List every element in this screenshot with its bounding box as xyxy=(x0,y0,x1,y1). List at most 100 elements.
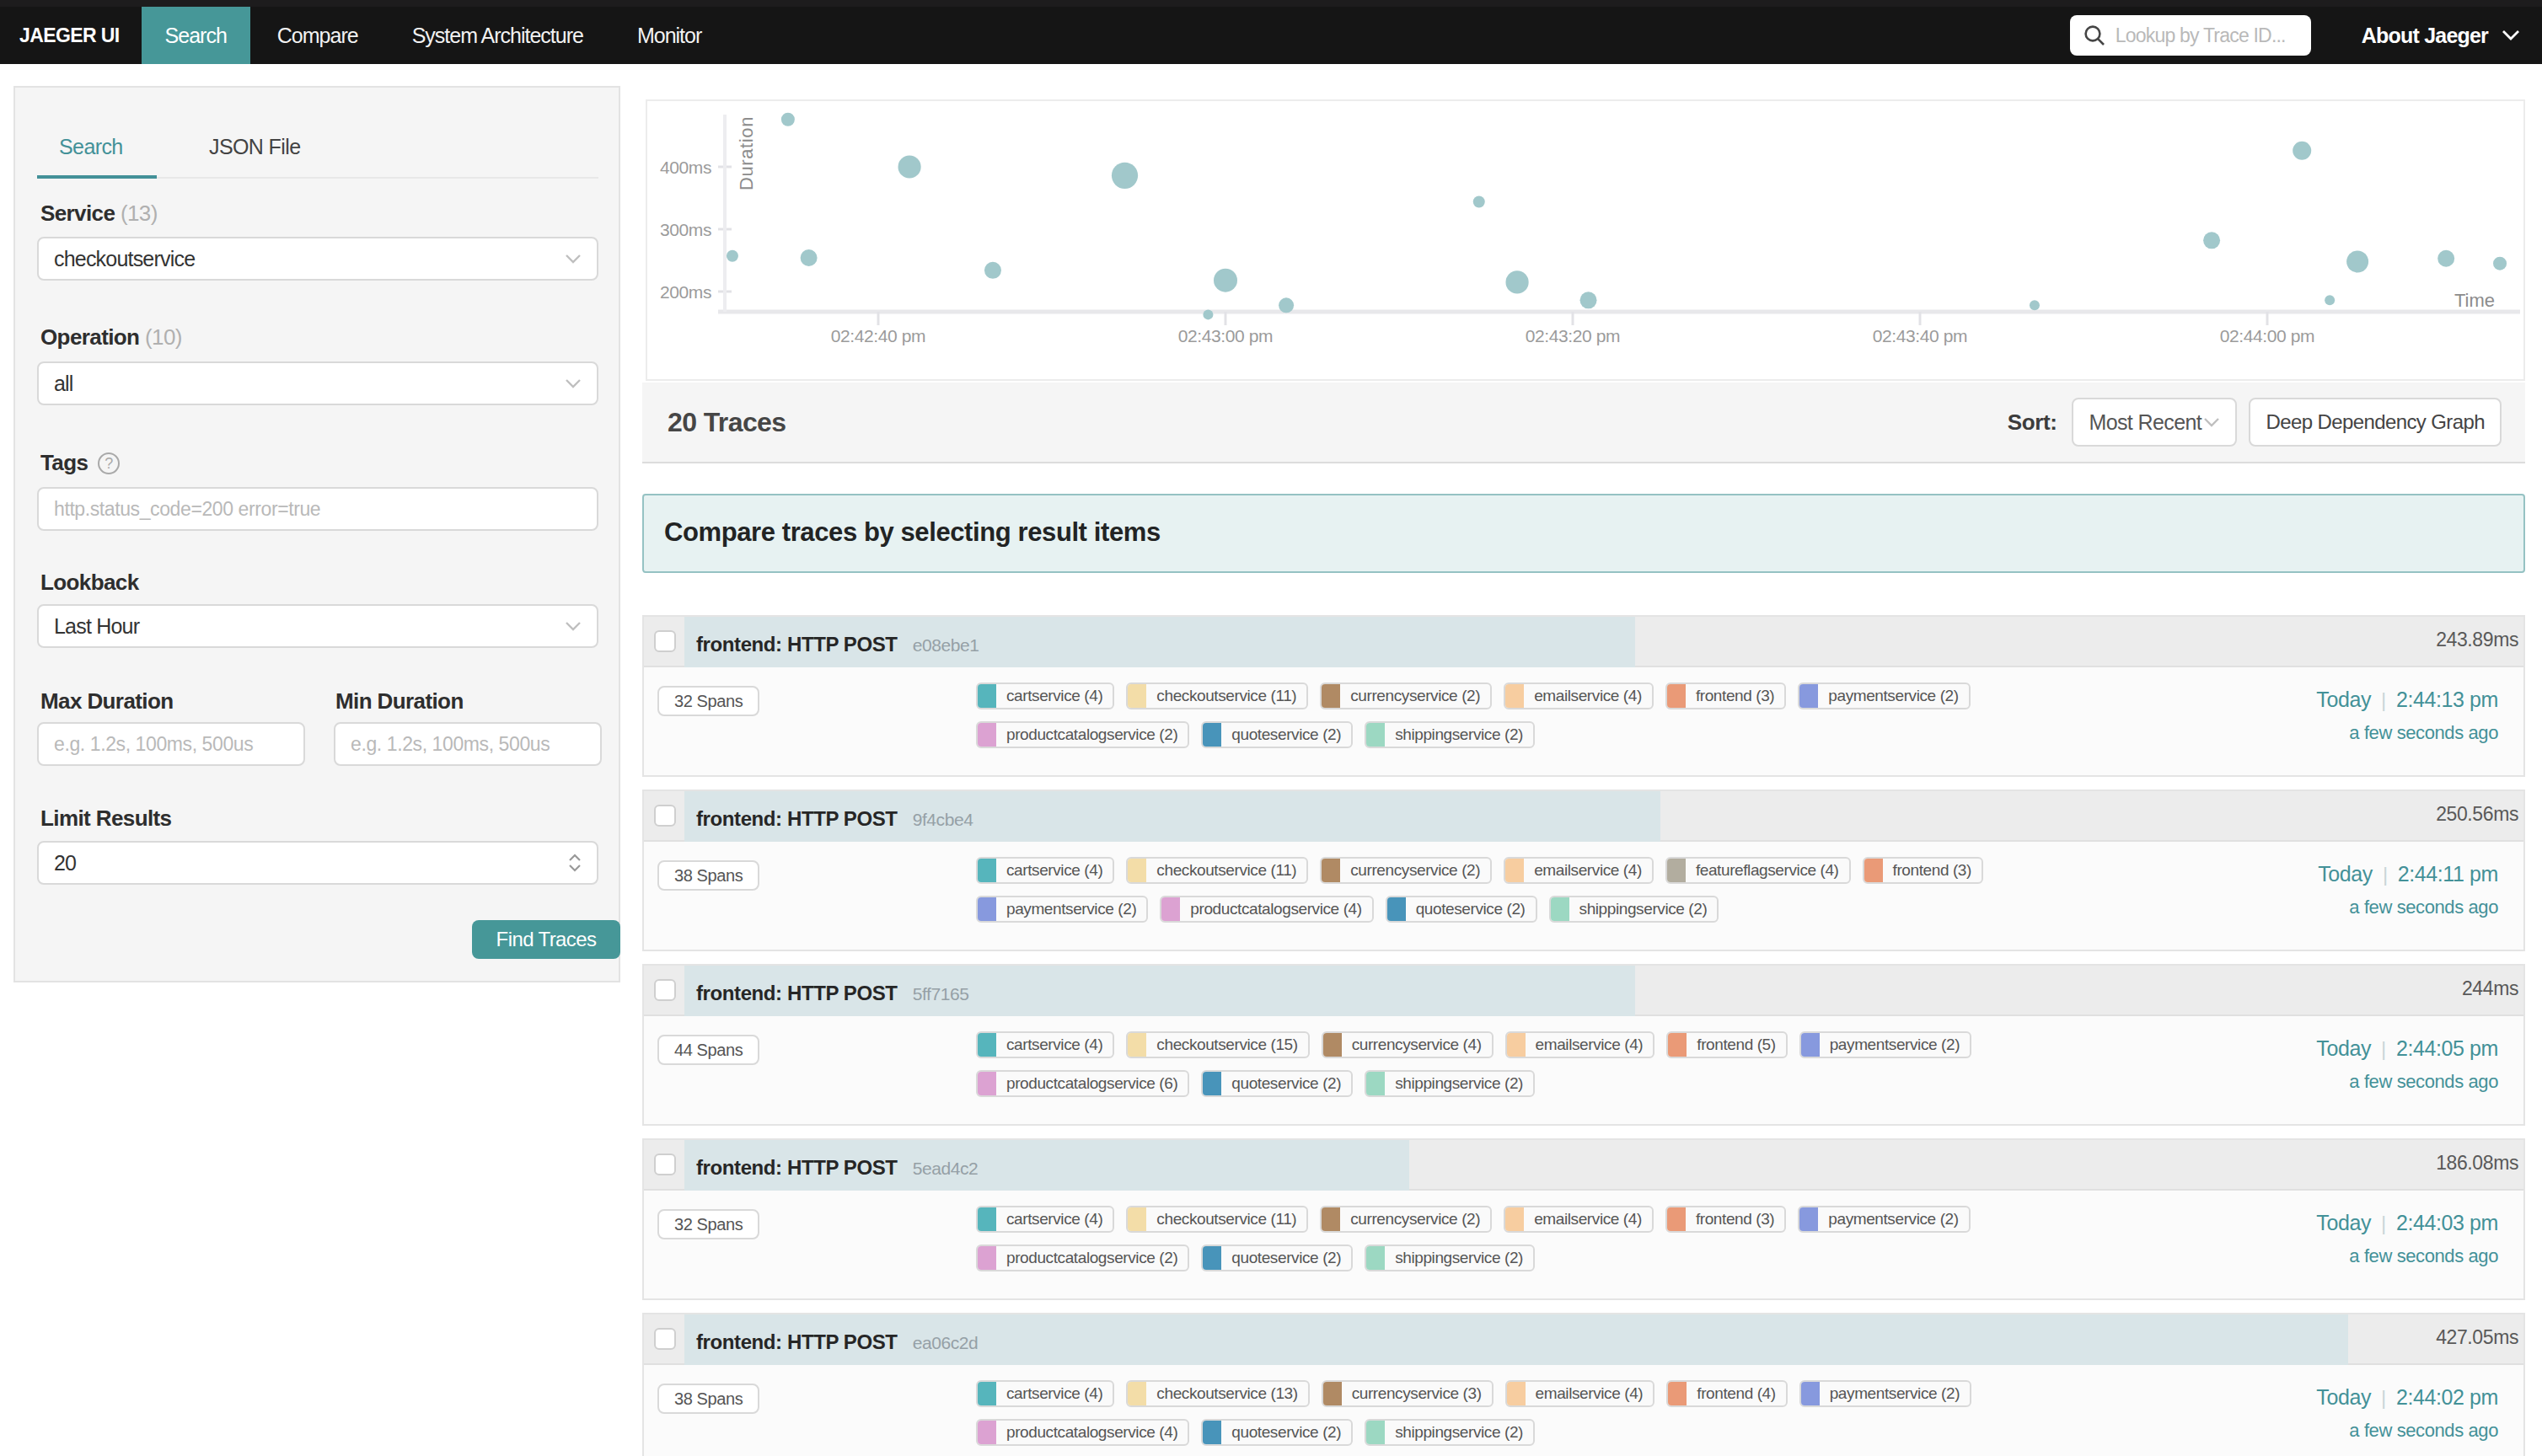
service-tag-row: productcatalogservice (6)quoteservice (2… xyxy=(976,1070,1971,1097)
trace-checkbox[interactable] xyxy=(654,1328,676,1350)
sort-label: Sort: xyxy=(2008,410,2057,436)
service-tag-quoteservice: quoteservice (2) xyxy=(1386,896,1537,923)
min-duration-label: Min Duration xyxy=(335,688,464,715)
help-icon[interactable]: ? xyxy=(98,452,120,474)
nav-item-monitor[interactable]: Monitor xyxy=(610,7,728,64)
sort-select[interactable]: Most Recent xyxy=(2072,398,2237,447)
trace-checkbox[interactable] xyxy=(654,805,676,827)
nav-menu: SearchCompareSystem ArchitectureMonitor xyxy=(142,7,729,64)
date-time-divider: | xyxy=(2381,1037,2386,1060)
scatter-dot[interactable] xyxy=(2346,250,2368,272)
scatter-dot[interactable] xyxy=(1279,297,1294,313)
trace-id: ea06c2d xyxy=(913,1333,979,1352)
deep-dependency-graph-button[interactable]: Deep Dependency Graph xyxy=(2249,398,2502,447)
service-select[interactable]: checkoutservice xyxy=(37,237,598,281)
date-time-divider: | xyxy=(2381,1386,2386,1409)
trace-lookup-search[interactable] xyxy=(2070,15,2311,56)
min-duration-input[interactable] xyxy=(334,722,602,766)
limit-results-input[interactable]: 20 xyxy=(37,841,598,885)
scatter-dot[interactable] xyxy=(2030,300,2040,310)
tag-label: productcatalogservice (4) xyxy=(1180,897,1371,921)
scatter-dot[interactable] xyxy=(1473,195,1485,207)
scatter-dot[interactable] xyxy=(1214,269,1237,292)
tag-color-stripe xyxy=(1667,859,1686,882)
find-traces-button[interactable]: Find Traces xyxy=(472,920,620,959)
trace-ago: a few seconds ago xyxy=(2316,1071,2498,1093)
tag-label: emailservice (4) xyxy=(1524,1207,1652,1231)
trace-checkbox[interactable] xyxy=(654,1154,676,1175)
tag-color-stripe xyxy=(1801,1033,1820,1057)
scatter-dot[interactable] xyxy=(2325,295,2335,305)
trace-card: frontend: HTTP POST9f4cbe4250.56ms38 Spa… xyxy=(642,790,2525,951)
tag-color-stripe xyxy=(1799,1207,1818,1231)
service-tag-quoteservice: quoteservice (2) xyxy=(1201,1419,1353,1446)
app-brand[interactable]: JAEGER UI xyxy=(19,7,120,64)
tag-color-stripe xyxy=(1801,1382,1820,1405)
operation-select[interactable]: all xyxy=(37,361,598,405)
trace-card-header[interactable]: frontend: HTTP POSTea06c2d427.05ms xyxy=(644,1314,2523,1365)
scatter-dot[interactable] xyxy=(984,262,1001,279)
trace-card: frontend: HTTP POST5ead4c2186.08ms32 Spa… xyxy=(642,1138,2525,1300)
tab-json-file[interactable]: JSON File xyxy=(209,135,301,159)
time-axis-label: Time xyxy=(2454,290,2495,311)
scatter-dot[interactable] xyxy=(2203,232,2220,249)
service-tags: cartservice (4)checkoutservice (11)curre… xyxy=(976,1206,1971,1283)
service-tag-quoteservice: quoteservice (2) xyxy=(1201,721,1353,748)
trace-id: e08ebe1 xyxy=(913,635,979,655)
trace-title[interactable]: frontend: HTTP POST xyxy=(696,807,898,830)
scatter-dot[interactable] xyxy=(801,249,818,266)
nav-item-system-architecture[interactable]: System Architecture xyxy=(385,7,610,64)
tab-search[interactable]: Search xyxy=(59,135,123,159)
nav-item-search[interactable]: Search xyxy=(142,7,250,64)
tag-color-stripe xyxy=(1366,1246,1385,1270)
trace-title[interactable]: frontend: HTTP POST xyxy=(696,1330,898,1353)
tag-label: quoteservice (2) xyxy=(1406,897,1536,921)
trace-card-header[interactable]: frontend: HTTP POST9f4cbe4250.56ms xyxy=(644,791,2523,842)
service-tag-emailservice: emailservice (4) xyxy=(1504,1206,1654,1233)
scatter-dot[interactable] xyxy=(781,113,795,126)
scatter-dot[interactable] xyxy=(898,155,920,178)
service-tag-frontend: frontend (3) xyxy=(1665,1206,1786,1233)
trace-lookup-input[interactable] xyxy=(2116,24,2298,47)
scatter-dot[interactable] xyxy=(1112,163,1138,189)
trace-card-header[interactable]: frontend: HTTP POST5ead4c2186.08ms xyxy=(644,1140,2523,1191)
trace-checkbox[interactable] xyxy=(654,979,676,1001)
trace-title-wrap: frontend: HTTP POST 5ead4c2 xyxy=(696,1140,978,1194)
scatter-dot[interactable] xyxy=(2437,250,2454,267)
service-tag-checkoutservice: checkoutservice (13) xyxy=(1126,1380,1309,1407)
lookback-select[interactable]: Last Hour xyxy=(37,604,598,648)
trace-title[interactable]: frontend: HTTP POST xyxy=(696,1156,898,1179)
service-tag-row: cartservice (4)checkoutservice (11)curre… xyxy=(976,682,1971,709)
tags-input[interactable] xyxy=(37,487,598,531)
tag-color-stripe xyxy=(978,1382,996,1405)
trace-title[interactable]: frontend: HTTP POST xyxy=(696,982,898,1004)
trace-title[interactable]: frontend: HTTP POST xyxy=(696,633,898,656)
max-duration-input[interactable] xyxy=(37,722,305,766)
nav-right: About Jaeger xyxy=(2070,7,2542,64)
tag-label: currencyservice (2) xyxy=(1340,684,1490,708)
trace-time: 2:44:03 pm xyxy=(2396,1211,2498,1234)
scatter-dot[interactable] xyxy=(1580,292,1597,308)
trace-card-header[interactable]: frontend: HTTP POST5ff7165244ms xyxy=(644,966,2523,1016)
trace-card: frontend: HTTP POSTea06c2d427.05ms38 Spa… xyxy=(642,1313,2525,1456)
scatter-dot[interactable] xyxy=(2293,142,2311,160)
trace-card-header[interactable]: frontend: HTTP POSTe08ebe1243.89ms xyxy=(644,617,2523,667)
trace-time: 2:44:05 pm xyxy=(2396,1036,2498,1060)
service-tag-row: productcatalogservice (2)quoteservice (2… xyxy=(976,1245,1971,1271)
tag-label: frontend (5) xyxy=(1687,1033,1785,1057)
service-tag-cartservice: cartservice (4) xyxy=(976,857,1114,884)
trace-checkbox[interactable] xyxy=(654,630,676,652)
nav-item-compare[interactable]: Compare xyxy=(250,7,385,64)
trace-id: 5ead4c2 xyxy=(913,1159,979,1178)
service-tag-frontend: frontend (4) xyxy=(1666,1380,1787,1407)
scatter-dot[interactable] xyxy=(1203,309,1213,319)
scatter-dot[interactable] xyxy=(727,250,738,262)
trace-title-wrap: frontend: HTTP POST e08ebe1 xyxy=(696,617,979,671)
limit-stepper[interactable] xyxy=(568,854,582,872)
about-jaeger-menu[interactable]: About Jaeger xyxy=(2362,24,2520,48)
scatter-dot[interactable] xyxy=(2493,257,2507,270)
tag-color-stripe xyxy=(1668,1033,1687,1057)
service-tag-frontend: frontend (3) xyxy=(1665,682,1786,709)
tag-color-stripe xyxy=(1323,1382,1342,1405)
scatter-dot[interactable] xyxy=(1505,270,1528,293)
